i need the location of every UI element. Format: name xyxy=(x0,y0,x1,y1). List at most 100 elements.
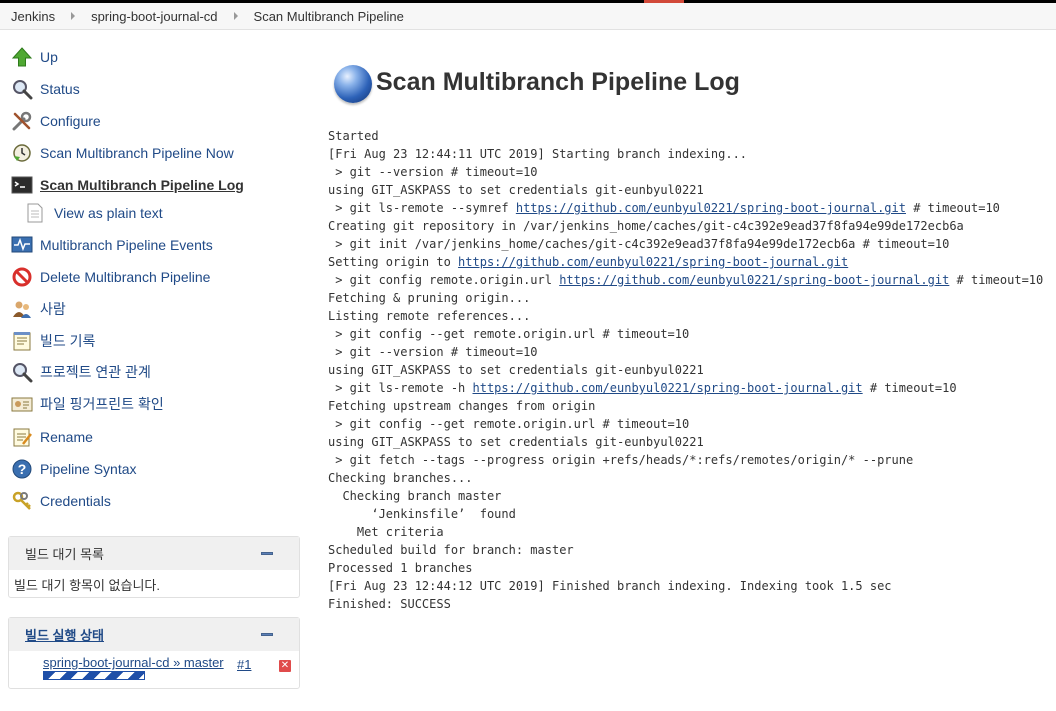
sidebar-item-label[interactable]: Rename xyxy=(40,429,93,445)
sidebar-item-delete[interactable]: Delete Multibranch Pipeline xyxy=(10,265,210,289)
sidebar-item-pipeline-syntax[interactable]: ? Pipeline Syntax xyxy=(10,457,137,481)
no-entry-icon xyxy=(10,265,34,289)
sidebar-item-fingerprint[interactable]: 파일 핑거프린트 확인 xyxy=(10,392,164,416)
build-queue-header: 빌드 대기 목록 xyxy=(9,537,299,570)
sidebar-item-label[interactable]: 빌드 기록 xyxy=(40,331,95,351)
repo-url-link[interactable]: https://github.com/eunbyul0221/spring-bo… xyxy=(516,201,906,215)
sidebar-item-project-relationship[interactable]: 프로젝트 연관 관계 xyxy=(10,360,151,384)
log-line: using GIT_ASKPASS to set credentials git… xyxy=(328,363,704,377)
sidebar-item-events[interactable]: Multibranch Pipeline Events xyxy=(10,233,213,257)
breadcrumb-separator-icon[interactable] xyxy=(233,12,238,20)
executors-panel: 빌드 실행 상태 spring-boot-journal-cd » master… xyxy=(8,617,300,689)
log-line: > git config remote.origin.url https://g… xyxy=(328,273,1044,287)
build-queue-empty-text: 빌드 대기 항목이 없습니다. xyxy=(14,578,161,593)
sidebar-item-label[interactable]: 프로젝트 연관 관계 xyxy=(40,362,151,382)
sidebar-item-label[interactable]: Status xyxy=(40,81,80,97)
console-log: Started [Fri Aug 23 12:44:11 UTC 2019] S… xyxy=(328,127,1043,613)
executor-progress-bar[interactable] xyxy=(43,671,145,680)
help-icon: ? xyxy=(10,457,34,481)
fingerprint-card-icon xyxy=(10,392,34,416)
log-line: > git config --get remote.origin.url # t… xyxy=(328,417,690,431)
repo-url-link[interactable]: https://github.com/eunbyul0221/spring-bo… xyxy=(473,381,863,395)
up-arrow-icon xyxy=(10,45,34,69)
breadcrumb-job[interactable]: spring-boot-journal-cd xyxy=(81,9,227,24)
log-line: Scheduled build for branch: master xyxy=(328,543,574,557)
sidebar-item-label[interactable]: Scan Multibranch Pipeline Log xyxy=(40,177,244,193)
log-line: > git --version # timeout=10 xyxy=(328,345,538,359)
sidebar-item-people[interactable]: 사람 xyxy=(10,297,66,321)
svg-text:?: ? xyxy=(18,461,27,477)
log-line: Checking branch master xyxy=(328,489,502,503)
log-line: Setting origin to https://github.com/eun… xyxy=(328,255,849,269)
log-line: Finished: SUCCESS xyxy=(328,597,451,611)
wrench-screwdriver-icon xyxy=(10,109,34,133)
sidebar-item-label[interactable]: Multibranch Pipeline Events xyxy=(40,237,213,253)
document-icon xyxy=(26,201,44,225)
sidebar-item-label[interactable]: Pipeline Syntax xyxy=(40,461,137,477)
log-line: > git config --get remote.origin.url # t… xyxy=(328,327,690,341)
sidebar-item-up[interactable]: Up xyxy=(10,45,58,69)
breadcrumb: Jenkins spring-boot-journal-cd Scan Mult… xyxy=(0,3,1056,30)
log-line: using GIT_ASKPASS to set credentials git… xyxy=(328,435,704,449)
log-line: Listing remote references... xyxy=(328,309,531,323)
collapse-icon[interactable] xyxy=(261,552,273,555)
keys-icon xyxy=(10,489,34,513)
log-line: Checking branches... xyxy=(328,471,473,485)
stop-build-icon[interactable]: ✕ xyxy=(279,660,291,672)
page-title: Scan Multibranch Pipeline Log xyxy=(376,68,740,96)
build-queue-title: 빌드 대기 목록 xyxy=(25,547,104,562)
sidebar-item-configure[interactable]: Configure xyxy=(10,109,101,133)
executor-job-link[interactable]: spring-boot-journal-cd » master xyxy=(43,655,224,670)
sidebar-item-label[interactable]: Up xyxy=(40,49,58,65)
sidebar-item-label[interactable]: Delete Multibranch Pipeline xyxy=(40,269,210,285)
people-icon xyxy=(10,297,34,321)
log-line: Fetching & pruning origin... xyxy=(328,291,531,305)
sidebar-item-label[interactable]: 파일 핑거프린트 확인 xyxy=(40,394,164,414)
sidebar-item-build-history[interactable]: 빌드 기록 xyxy=(10,329,95,353)
log-line: Creating git repository in /var/jenkins_… xyxy=(328,219,964,233)
sidebar-item-scan-log[interactable]: Scan Multibranch Pipeline Log xyxy=(10,173,244,197)
sidebar-item-label[interactable]: Scan Multibranch Pipeline Now xyxy=(40,145,234,161)
repo-url-link[interactable]: https://github.com/eunbyul0221/spring-bo… xyxy=(559,273,949,287)
sidebar-item-plain-text[interactable]: View as plain text xyxy=(26,201,163,225)
breadcrumb-separator-icon[interactable] xyxy=(71,12,76,20)
notepad-icon xyxy=(10,329,34,353)
monitor-wave-icon xyxy=(10,233,34,257)
build-queue-panel: 빌드 대기 목록 빌드 대기 항목이 없습니다. xyxy=(8,536,300,598)
log-line: > git --version # timeout=10 xyxy=(328,165,538,179)
executor-row: spring-boot-journal-cd » master #1 ✕ xyxy=(9,651,299,687)
log-line: [Fri Aug 23 12:44:12 UTC 2019] Finished … xyxy=(328,579,892,593)
log-line: [Fri Aug 23 12:44:11 UTC 2019] Starting … xyxy=(328,147,748,161)
log-line: > git ls-remote --symref https://github.… xyxy=(328,201,1000,215)
repo-url-link[interactable]: https://github.com/eunbyul0221/spring-bo… xyxy=(458,255,848,269)
sidebar-item-scan-now[interactable]: Scan Multibranch Pipeline Now xyxy=(10,141,234,165)
log-line: Started xyxy=(328,129,379,143)
log-line: ‘Jenkinsfile’ found xyxy=(328,507,516,521)
magnifier-icon xyxy=(10,77,34,101)
sidebar-item-label[interactable]: 사람 xyxy=(40,299,66,319)
log-line: using GIT_ASKPASS to set credentials git… xyxy=(328,183,704,197)
sidebar-item-credentials[interactable]: Credentials xyxy=(10,489,111,513)
notepad-pencil-icon xyxy=(10,425,34,449)
terminal-icon xyxy=(10,173,34,197)
sidebar-item-status[interactable]: Status xyxy=(10,77,80,101)
collapse-icon[interactable] xyxy=(261,633,273,636)
clock-refresh-icon xyxy=(10,141,34,165)
log-line: Processed 1 branches xyxy=(328,561,473,575)
executors-header: 빌드 실행 상태 xyxy=(9,618,299,651)
breadcrumb-scan[interactable]: Scan Multibranch Pipeline xyxy=(244,9,414,24)
log-line: > git init /var/jenkins_home/caches/git-… xyxy=(328,237,950,251)
log-line: > git ls-remote -h https://github.com/eu… xyxy=(328,381,957,395)
sidebar-item-rename[interactable]: Rename xyxy=(10,425,93,449)
sidebar-item-label[interactable]: View as plain text xyxy=(54,205,163,221)
sidebar-item-label[interactable]: Configure xyxy=(40,113,101,129)
log-line: Met criteria xyxy=(328,525,444,539)
magnifier-icon xyxy=(10,360,34,384)
executors-title[interactable]: 빌드 실행 상태 xyxy=(25,625,104,644)
log-line: > git fetch --tags --progress origin +re… xyxy=(328,453,914,467)
log-line: Fetching upstream changes from origin xyxy=(328,399,596,413)
executor-build-number[interactable]: #1 xyxy=(237,657,251,672)
sidebar-item-label[interactable]: Credentials xyxy=(40,493,111,509)
blue-ball-icon xyxy=(334,65,372,103)
breadcrumb-jenkins[interactable]: Jenkins xyxy=(0,9,65,24)
